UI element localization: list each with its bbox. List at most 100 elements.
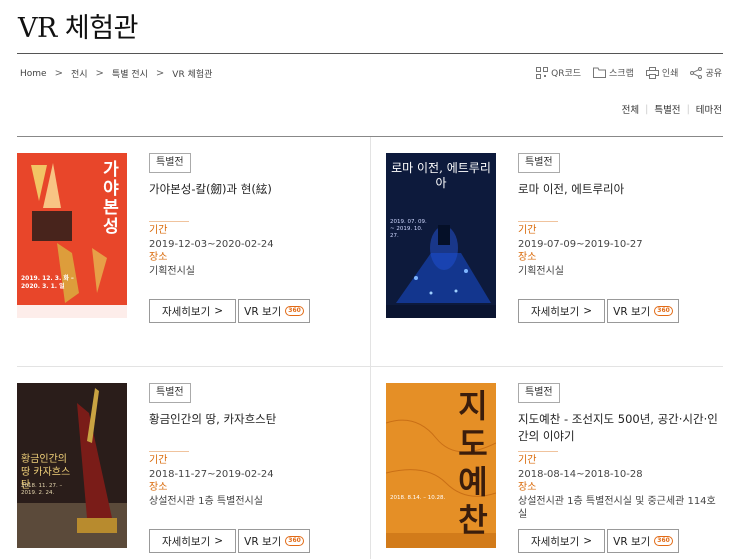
exhibition-meta: 기간 2019-07-09~2019-10-27 장소 기획전시실 [518,221,718,278]
print-button[interactable]: 인쇄 [645,66,679,79]
place-label: 장소 [149,252,168,263]
detail-button[interactable]: 자세히보기 > [149,529,236,553]
vr-view-button[interactable]: VR 보기 360 [607,299,679,323]
printer-icon [645,66,659,79]
share-icon [690,66,703,79]
qr-code-label: QR코드 [551,69,582,79]
category-filter: 전체 | 특별전 | 테마전 [622,102,722,117]
poster-title: 지도예찬 [458,387,488,539]
exhibition-title[interactable]: 가야본성-칼(劒)과 현(絃) [149,181,349,198]
detail-label: 자세히보기 [530,305,580,318]
period-value: 2018-11-27~2019-02-24 [149,468,274,480]
period-value: 2019-07-09~2019-10-27 [518,238,643,250]
vr-360-icon: 360 [654,536,673,546]
qr-code-button[interactable]: QR코드 [536,66,581,79]
detail-label: 자세히보기 [161,535,211,548]
vr-view-button[interactable]: VR 보기 360 [238,529,310,553]
filter-theme[interactable]: 테마전 [696,102,722,116]
filter-all[interactable]: 전체 [622,102,639,116]
exhibition-card: 지도예찬 2018. 8.14. – 10.28. 특별전 지도예찬 - 조선지… [386,383,726,559]
poster-date: 2018. 8.14. – 10.28. [390,495,446,501]
detail-button[interactable]: 자세히보기 > [518,299,605,323]
exhibition-poster[interactable]: 지도예찬 2018. 8.14. – 10.28. [386,383,496,548]
meta-rule [518,451,558,452]
exhibition-poster[interactable]: 가야본성 2019. 12. 3. 화 – 2020. 3. 1. 일 [17,153,127,318]
exhibition-title[interactable]: 황금인간의 땅, 카자흐스탄 [149,411,349,428]
vr-360-icon: 360 [654,306,673,316]
period-label: 기간 [518,225,537,236]
qr-code-icon [536,66,549,79]
detail-button[interactable]: 자세히보기 > [518,529,605,553]
share-button[interactable]: 공유 [690,66,722,79]
chevron-right-icon: > [95,68,104,79]
exhibition-meta: 기간 2019-12-03~2020-02-24 장소 기획전시실 [149,221,349,278]
exhibition-card: 로마 이전, 에트루리아 2019. 07. 09. ~ 2019. 10. 2… [386,153,726,353]
vr-label: VR 보기 [244,535,282,548]
chevron-right-icon: > [583,535,593,547]
exhibition-title[interactable]: 로마 이전, 에트루리아 [518,181,718,198]
title-divider [17,53,723,54]
breadcrumb-home[interactable]: Home [20,69,47,79]
category-badge: 특별전 [518,153,560,173]
exhibition-card: 황금인간의 땅 카자흐스탄 2018. 11. 27. – 2019. 2. 2… [17,383,357,559]
category-badge: 특별전 [518,383,560,403]
category-badge: 특별전 [149,153,191,173]
chevron-right-icon: > [214,305,224,317]
folder-icon [593,67,607,78]
period-label: 기간 [149,455,168,466]
period-value: 2019-12-03~2020-02-24 [149,238,274,250]
poster-date: 2018. 11. 27. – 2019. 2. 24. [21,483,63,496]
exhibition-poster[interactable]: 황금인간의 땅 카자흐스탄 2018. 11. 27. – 2019. 2. 2… [17,383,127,548]
breadcrumb: Home > 전시 > 특별 전시 > VR 체험관 [20,67,212,80]
vr-360-icon: 360 [285,306,304,316]
place-value: 기획전시실 [518,265,564,277]
place-value: 상설전시관 1층 특별전시실 [149,495,263,507]
share-label: 공유 [705,69,722,79]
filter-special[interactable]: 특별전 [654,102,680,116]
breadcrumb-special[interactable]: 특별 전시 [112,67,148,80]
period-label: 기간 [149,225,168,236]
filter-divider: | [686,103,690,115]
vr-label: VR 보기 [613,305,651,318]
poster-title: 가야본성 [103,160,119,237]
detail-button[interactable]: 자세히보기 > [149,299,236,323]
place-label: 장소 [518,252,537,263]
print-label: 인쇄 [661,69,679,79]
category-badge: 특별전 [149,383,191,403]
exhibition-meta: 기간 2018-08-14~2018-10-28 장소 상설전시관 1층 특별전… [518,451,718,522]
row-divider [17,366,723,367]
chevron-right-icon: > [214,535,224,547]
meta-rule [149,451,189,452]
poster-title: 로마 이전, 에트루리아 [391,161,491,190]
chevron-right-icon: > [583,305,593,317]
poster-date: 2019. 07. 09. ~ 2019. 10. 27. [390,219,427,239]
scrap-label: 스크랩 [609,69,634,79]
vr-view-button[interactable]: VR 보기 360 [607,529,679,553]
chevron-right-icon: > [54,68,63,79]
period-label: 기간 [518,455,537,466]
chevron-right-icon: > [155,68,165,79]
exhibition-title[interactable]: 지도예찬 - 조선지도 500년, 공간·시간·인간의 이야기 [518,411,718,445]
exhibition-meta: 기간 2018-11-27~2019-02-24 장소 상설전시관 1층 특별전… [149,451,349,508]
filter-divider: | [645,103,649,115]
breadcrumb-current: VR 체험관 [172,70,213,80]
poster-date: 2019. 12. 3. 화 – 2020. 3. 1. 일 [21,275,74,290]
exhibition-card: 가야본성 2019. 12. 3. 화 – 2020. 3. 1. 일 특별전 … [17,153,357,353]
vr-view-button[interactable]: VR 보기 360 [238,299,310,323]
breadcrumb-exhibition[interactable]: 전시 [71,67,88,80]
exhibition-poster[interactable]: 로마 이전, 에트루리아 2019. 07. 09. ~ 2019. 10. 2… [386,153,496,318]
column-divider [370,137,371,559]
period-value: 2018-08-14~2018-10-28 [518,468,643,480]
place-value: 기획전시실 [149,265,195,277]
scrap-button[interactable]: 스크랩 [593,66,634,79]
vr-label: VR 보기 [244,305,282,318]
detail-label: 자세히보기 [161,305,211,318]
vr-360-icon: 360 [285,536,304,546]
meta-rule [149,221,189,222]
place-value: 상설전시관 1층 특별전시실 및 중근세관 114호실 [518,495,716,521]
meta-rule [518,221,558,222]
page-title: VR 체험관 [18,13,138,44]
detail-label: 자세히보기 [530,535,580,548]
place-label: 장소 [518,482,537,493]
place-label: 장소 [149,482,168,493]
